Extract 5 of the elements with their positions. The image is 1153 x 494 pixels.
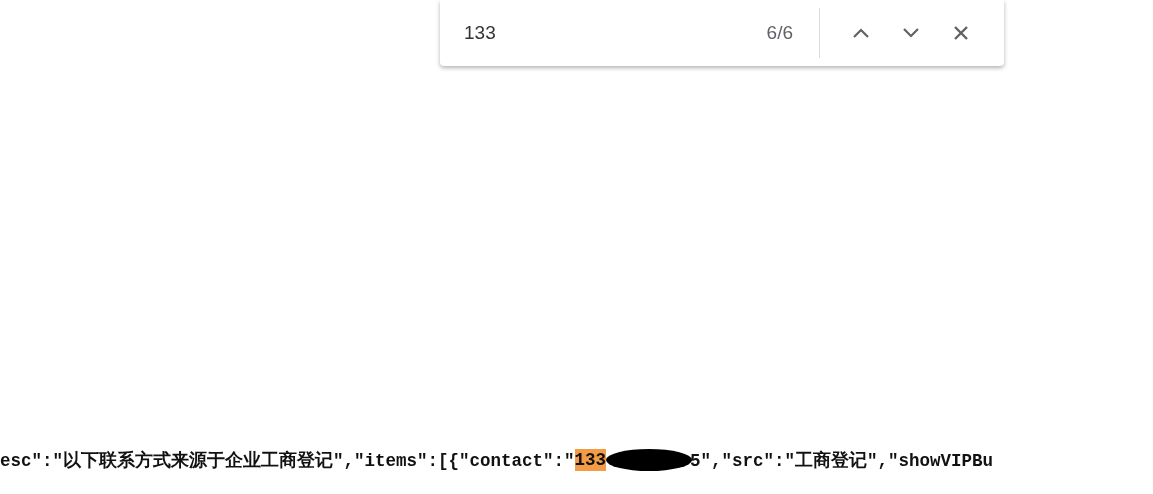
match-count: 6/6	[766, 22, 793, 44]
code-text: 5","src":"工商登记","showVIPBu	[690, 449, 994, 472]
search-match: 133	[574, 449, 607, 471]
find-input-field[interactable]: 133	[464, 22, 767, 44]
code-text: esc":"以下联系方式来源于企业工商登记","items":[{"contact":"	[0, 449, 575, 472]
